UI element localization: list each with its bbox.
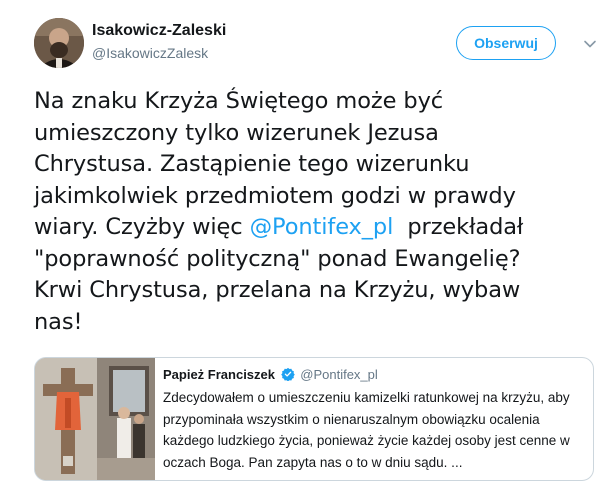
mention-link[interactable]: @Pontifex_pl bbox=[250, 214, 394, 240]
tweet-header: Isakowicz-Zaleski @IsakowiczZalesk Obser… bbox=[34, 14, 600, 74]
quoted-tweet[interactable]: Papież Franciszek @Pontifex_pl Zdecydowa… bbox=[34, 357, 594, 481]
verified-badge-icon bbox=[280, 367, 295, 381]
tweet-line: wiary. Czyżby więc @Pontifex_pl przekład… bbox=[34, 212, 604, 244]
author-avatar[interactable] bbox=[34, 18, 84, 68]
tweet-line: "poprawność polityczną" ponad Ewangelię? bbox=[34, 245, 521, 272]
quoted-tweet-image[interactable] bbox=[35, 358, 155, 480]
author-name[interactable]: Isakowicz-Zaleski bbox=[92, 22, 226, 40]
tweet-line: nas! bbox=[34, 308, 83, 335]
quoted-line: Zdecydowałem o umieszczeniu kamizelki ra… bbox=[163, 390, 570, 405]
cross-lifejacket-photo-icon bbox=[35, 358, 155, 480]
quoted-line: każdego ludzkiego życia, ponieważ życie … bbox=[163, 433, 570, 448]
quoted-author-name[interactable]: Papież Franciszek bbox=[163, 367, 275, 382]
quoted-line: przypominała wszystkim o nienaruszalnym … bbox=[163, 411, 540, 427]
quoted-tweet-text: Zdecydowałem o umieszczeniu kamizelki ra… bbox=[163, 387, 585, 473]
quoted-tweet-header: Papież Franciszek @Pontifex_pl bbox=[163, 366, 585, 384]
tweet-line: umieszczony tylko wizerunek Jezusa bbox=[34, 119, 439, 146]
quoted-line: oczach Boga. Pan zapyta nas o to w dniu … bbox=[163, 454, 463, 470]
tweet-line: Na znaku Krzyża Świętego może być bbox=[34, 88, 444, 114]
tweet-line: jakimkolwiek przedmiotem godzi w prawdy bbox=[34, 182, 516, 209]
chevron-down-icon[interactable] bbox=[582, 36, 598, 52]
author-handle[interactable]: @IsakowiczZalesk bbox=[92, 45, 208, 61]
tweet-line-text: wiary. Czyżby więc bbox=[34, 214, 250, 240]
tweet-line-text: przekładał bbox=[393, 214, 524, 240]
avatar-photo-icon bbox=[34, 18, 84, 68]
quoted-author-handle[interactable]: @Pontifex_pl bbox=[300, 367, 378, 382]
tweet-text: Na znaku Krzyża Świętego może być umiesz… bbox=[34, 86, 604, 338]
follow-button[interactable]: Obserwuj bbox=[456, 26, 556, 60]
tweet-line: Krwi Chrystusa, przelana na Krzyżu, wyba… bbox=[34, 277, 521, 303]
tweet-line: Chrystusa. Zastąpienie tego wizerunku bbox=[34, 151, 470, 177]
quoted-tweet-body: Papież Franciszek @Pontifex_pl Zdecydowa… bbox=[163, 366, 585, 473]
